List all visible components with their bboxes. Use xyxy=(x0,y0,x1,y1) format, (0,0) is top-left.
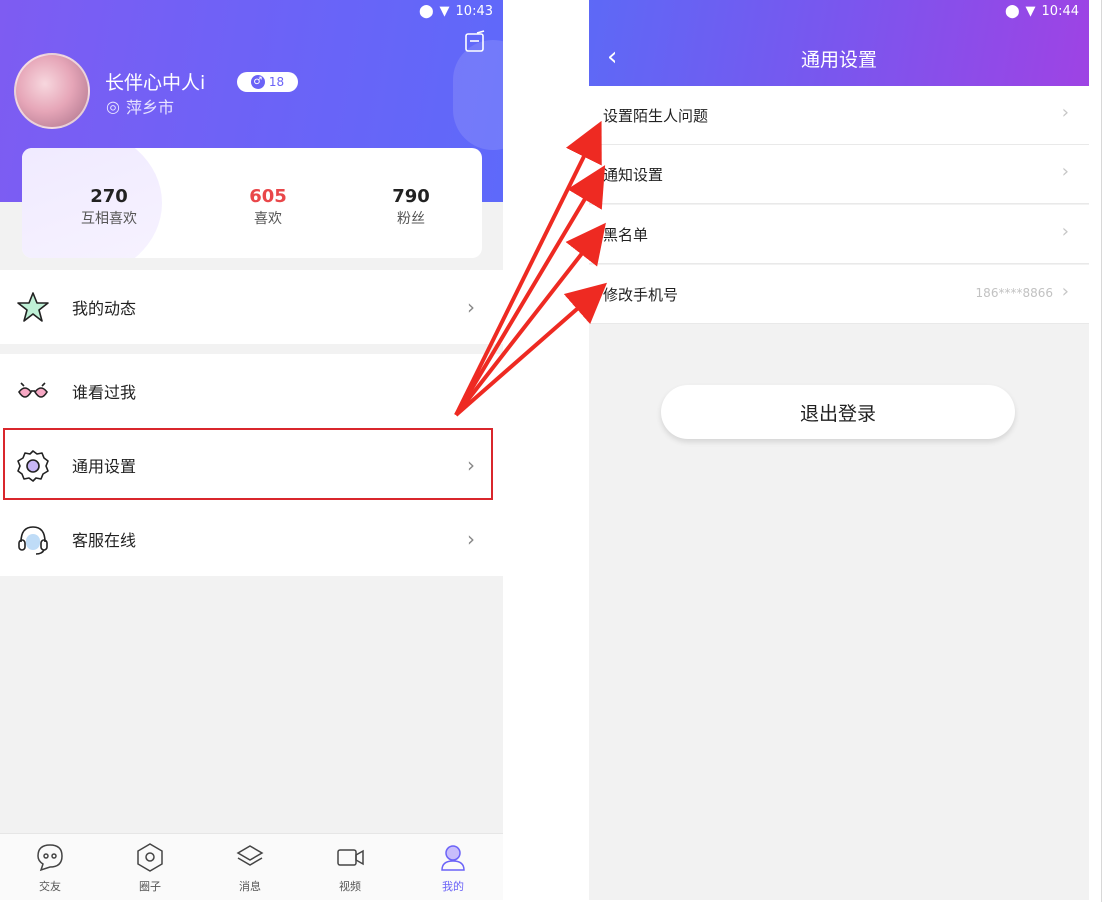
tab-label: 圈子 xyxy=(139,880,161,893)
user-location: ◎ 萍乡市 xyxy=(106,94,174,118)
chevron-right-icon: › xyxy=(467,527,475,551)
location-status-icon: ⬤ xyxy=(418,4,434,19)
general-settings-screen: ⬤ ▼ 10:44 ‹ 通用设置 设置陌生人问题 › 通知设置 › 黑名单 › … xyxy=(589,0,1089,900)
stat-fans[interactable]: 790 粉丝 xyxy=(351,186,471,228)
tab-friends[interactable]: 交友 xyxy=(20,842,80,894)
location-pin-icon: ◎ xyxy=(106,96,120,116)
stat-value: 605 xyxy=(249,186,287,207)
settings-item-label: 黑名单 xyxy=(603,226,649,244)
chevron-right-icon: › xyxy=(1061,161,1069,182)
gender-age-badge: ♂ 18 xyxy=(237,72,298,92)
status-bar: ⬤ ▼ 10:44 xyxy=(1005,4,1079,19)
status-time: 10:44 xyxy=(1041,4,1079,19)
menu-item-visitors[interactable]: 谁看过我 › xyxy=(0,354,503,428)
settings-item-blacklist[interactable]: 黑名单 › xyxy=(589,205,1089,264)
location-status-icon: ⬤ xyxy=(1004,4,1020,19)
chevron-right-icon: › xyxy=(467,379,475,403)
video-icon xyxy=(337,849,364,866)
phone-number-value: 186****8866 xyxy=(975,286,1053,300)
settings-item-stranger-question[interactable]: 设置陌生人问题 › xyxy=(589,86,1089,145)
city-name: 萍乡市 xyxy=(125,98,174,117)
stat-likes[interactable]: 605 喜欢 xyxy=(208,186,328,228)
menu-item-customer-service[interactable]: 客服在线 › xyxy=(0,502,503,576)
tab-messages[interactable]: 消息 xyxy=(220,842,280,894)
chevron-right-icon: › xyxy=(467,295,475,319)
stat-value: 790 xyxy=(392,186,430,207)
logout-button[interactable]: 退出登录 xyxy=(661,385,1015,439)
stat-label: 互相喜欢 xyxy=(81,211,137,227)
chat-icon xyxy=(37,844,63,872)
menu-label: 客服在线 xyxy=(72,531,137,550)
user-name: 长伴心中人i xyxy=(105,72,206,94)
chevron-right-icon: › xyxy=(1061,281,1069,302)
menu-label: 我的动态 xyxy=(72,299,137,318)
tab-circle[interactable]: 圈子 xyxy=(120,842,180,894)
wifi-icon: ▼ xyxy=(439,4,450,19)
tab-label: 消息 xyxy=(239,880,261,893)
header-decoration xyxy=(453,40,503,150)
star-icon xyxy=(17,292,49,322)
menu-label: 谁看过我 xyxy=(72,383,137,402)
headset-icon xyxy=(18,526,48,555)
bottom-tab-bar: 交友 圈子 消息 视频 我的 xyxy=(0,833,503,900)
page-divider xyxy=(1101,0,1102,902)
profile-screen: ⬤ ▼ 10:43 长伴心中人i ♂ 18 ◎ 萍乡市 270 互相喜欢 605… xyxy=(0,0,503,900)
hexagon-icon xyxy=(137,843,163,872)
profile-icon xyxy=(441,845,465,871)
chevron-right-icon: › xyxy=(1061,102,1069,123)
page-title: 通用设置 xyxy=(800,49,877,71)
layers-icon xyxy=(236,845,264,866)
wifi-icon: ▼ xyxy=(1025,4,1036,19)
status-time: 10:43 xyxy=(455,4,493,19)
settings-item-notifications[interactable]: 通知设置 › xyxy=(589,145,1089,204)
status-bar: ⬤ ▼ 10:43 xyxy=(419,4,493,19)
tab-video[interactable]: 视频 xyxy=(320,842,380,894)
settings-item-change-phone[interactable]: 修改手机号 186****8866 › xyxy=(589,265,1089,324)
edit-icon[interactable] xyxy=(463,30,487,54)
glasses-icon xyxy=(18,382,48,398)
male-icon: ♂ xyxy=(250,75,265,89)
stat-mutual-likes[interactable]: 270 互相喜欢 xyxy=(49,186,169,228)
tab-label: 视频 xyxy=(339,880,361,893)
stat-label: 粉丝 xyxy=(397,211,425,227)
stat-value: 270 xyxy=(90,186,128,207)
settings-header: ⬤ ▼ 10:44 ‹ 通用设置 xyxy=(589,0,1089,86)
settings-item-label: 设置陌生人问题 xyxy=(603,107,709,125)
chevron-right-icon: › xyxy=(1061,221,1069,242)
stat-label: 喜欢 xyxy=(254,211,282,227)
stats-card: 270 互相喜欢 605 喜欢 790 粉丝 xyxy=(22,148,482,258)
settings-item-label: 修改手机号 xyxy=(603,286,679,304)
tab-label: 我的 xyxy=(442,880,464,893)
menu-item-my-posts[interactable]: 我的动态 › xyxy=(0,270,503,344)
highlight-box xyxy=(3,428,493,500)
tab-label: 交友 xyxy=(39,880,61,893)
tab-mine[interactable]: 我的 xyxy=(423,842,483,894)
avatar[interactable] xyxy=(14,53,90,129)
settings-item-label: 通知设置 xyxy=(603,166,664,184)
age-value: 18 xyxy=(268,75,285,89)
